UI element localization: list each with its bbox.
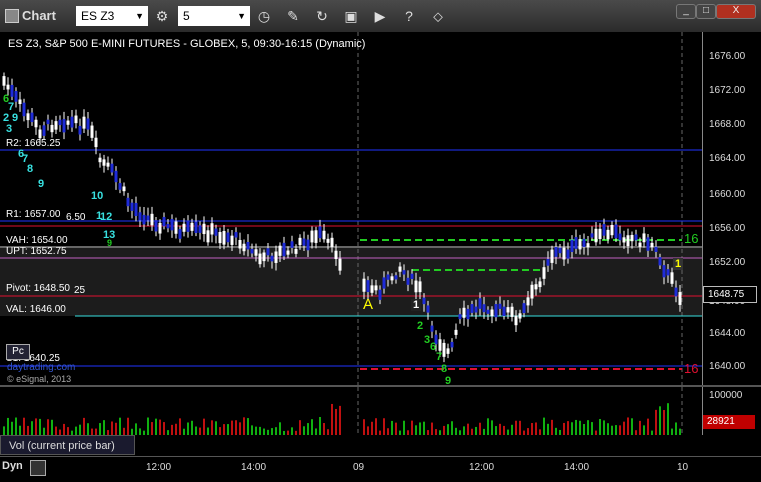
- r2-label: R2: 1665.25: [6, 138, 61, 149]
- chart-title: ES Z3, S&P 500 E-MINI FUTURES - GLOBEX, …: [8, 38, 366, 50]
- pivot-label: Pivot: 1648.50: [6, 283, 70, 294]
- time-label: 14:00: [564, 462, 590, 473]
- line-label-red: 16: [684, 361, 699, 376]
- pivot-sub-label: 25: [74, 285, 86, 296]
- volume-current-tag: 28921: [703, 415, 755, 429]
- seq-label: 1: [673, 258, 684, 270]
- esignal-watermark: © eSignal, 2013: [7, 374, 72, 384]
- get-icon[interactable]: ▣: [341, 6, 361, 26]
- link-icon[interactable]: ⬦: [428, 6, 448, 26]
- dyn-button[interactable]: Dyn: [2, 460, 23, 472]
- price-tick: 1660.00: [709, 189, 746, 200]
- help-icon[interactable]: ?: [399, 6, 419, 26]
- seq-label: 7: [436, 351, 443, 363]
- volume-label: Vol (current price bar): [0, 435, 135, 455]
- time-label: 14:00: [241, 462, 267, 473]
- price-tick: 1644.00: [709, 328, 746, 339]
- zoom-icon[interactable]: [30, 460, 46, 476]
- symbol-input[interactable]: ES Z3 ▼: [76, 6, 148, 26]
- minimize-button[interactable]: _: [676, 4, 696, 19]
- r1-sub-label: 6.50: [66, 212, 86, 223]
- interval-select[interactable]: 5 ▼: [178, 6, 250, 26]
- time-label: 10: [677, 462, 689, 473]
- price-axis[interactable]: 1676.00 1672.00 1668.00 1664.00 1660.00 …: [702, 32, 761, 385]
- seq-label: 3: [6, 123, 13, 135]
- watermark-site: daytrading.com: [7, 362, 76, 373]
- upt-label: UPT: 1652.75: [6, 246, 67, 257]
- marker-a: A: [363, 296, 374, 313]
- price-tick: 1656.00: [709, 223, 746, 234]
- seq-label: 9: [107, 238, 113, 248]
- pc-button[interactable]: Pc: [6, 344, 30, 360]
- seq-label: 12: [100, 211, 113, 223]
- price-tick: 1652.00: [709, 257, 746, 268]
- vah-label: VAH: 1654.00: [6, 235, 68, 246]
- chart-app-icon: [5, 9, 19, 23]
- volume-chart: [0, 387, 702, 435]
- price-tick: 1672.00: [709, 85, 746, 96]
- seq-label: 8: [441, 363, 448, 375]
- time-label: 12:00: [146, 462, 172, 473]
- seq-label: 10: [91, 190, 104, 202]
- val-label: VAL: 1646.00: [6, 304, 66, 315]
- play-icon[interactable]: ▶: [370, 6, 390, 26]
- seq-label: 2: [417, 320, 424, 332]
- pencil-icon[interactable]: ✎: [283, 6, 303, 26]
- chevron-down-icon[interactable]: ▼: [135, 6, 144, 26]
- title-bar: Chart ES Z3 ▼ ⚙ 5 ▼ ◷ ✎ ↻ ▣ ▶ ? ⬦ _ □ X: [0, 0, 761, 33]
- interval-value: 5: [183, 9, 190, 23]
- symbol-value: ES Z3: [81, 9, 115, 23]
- price-tick: 1668.00: [709, 119, 746, 130]
- price-tick: 1640.00: [709, 361, 746, 372]
- current-price-tag: 1648.75: [703, 286, 757, 303]
- price-tick: 1676.00: [709, 51, 746, 62]
- close-button[interactable]: X: [716, 4, 756, 19]
- window-title: Chart: [22, 8, 56, 23]
- seq-label: 8: [27, 163, 34, 175]
- seq-label: 9: [12, 112, 19, 124]
- r1-label: R1: 1657.00: [6, 209, 61, 220]
- clock-icon[interactable]: ◷: [254, 6, 274, 26]
- seq-label: 9: [38, 178, 45, 190]
- time-label: 09: [353, 462, 365, 473]
- price-tick: 1664.00: [709, 153, 746, 164]
- time-axis[interactable]: Dyn 12:00 14:00 09 12:00 14:00 10: [0, 456, 761, 482]
- price-chart[interactable]: [0, 32, 702, 385]
- seq-label: 1: [411, 299, 422, 311]
- refresh-icon[interactable]: ↻: [312, 6, 332, 26]
- chevron-down-icon[interactable]: ▼: [237, 6, 246, 26]
- maximize-button[interactable]: □: [696, 4, 716, 19]
- volume-tick: 100000: [709, 390, 743, 401]
- line-label-green: 16: [684, 231, 699, 246]
- time-label: 12:00: [469, 462, 495, 473]
- settings-icon[interactable]: ⚙: [152, 6, 172, 26]
